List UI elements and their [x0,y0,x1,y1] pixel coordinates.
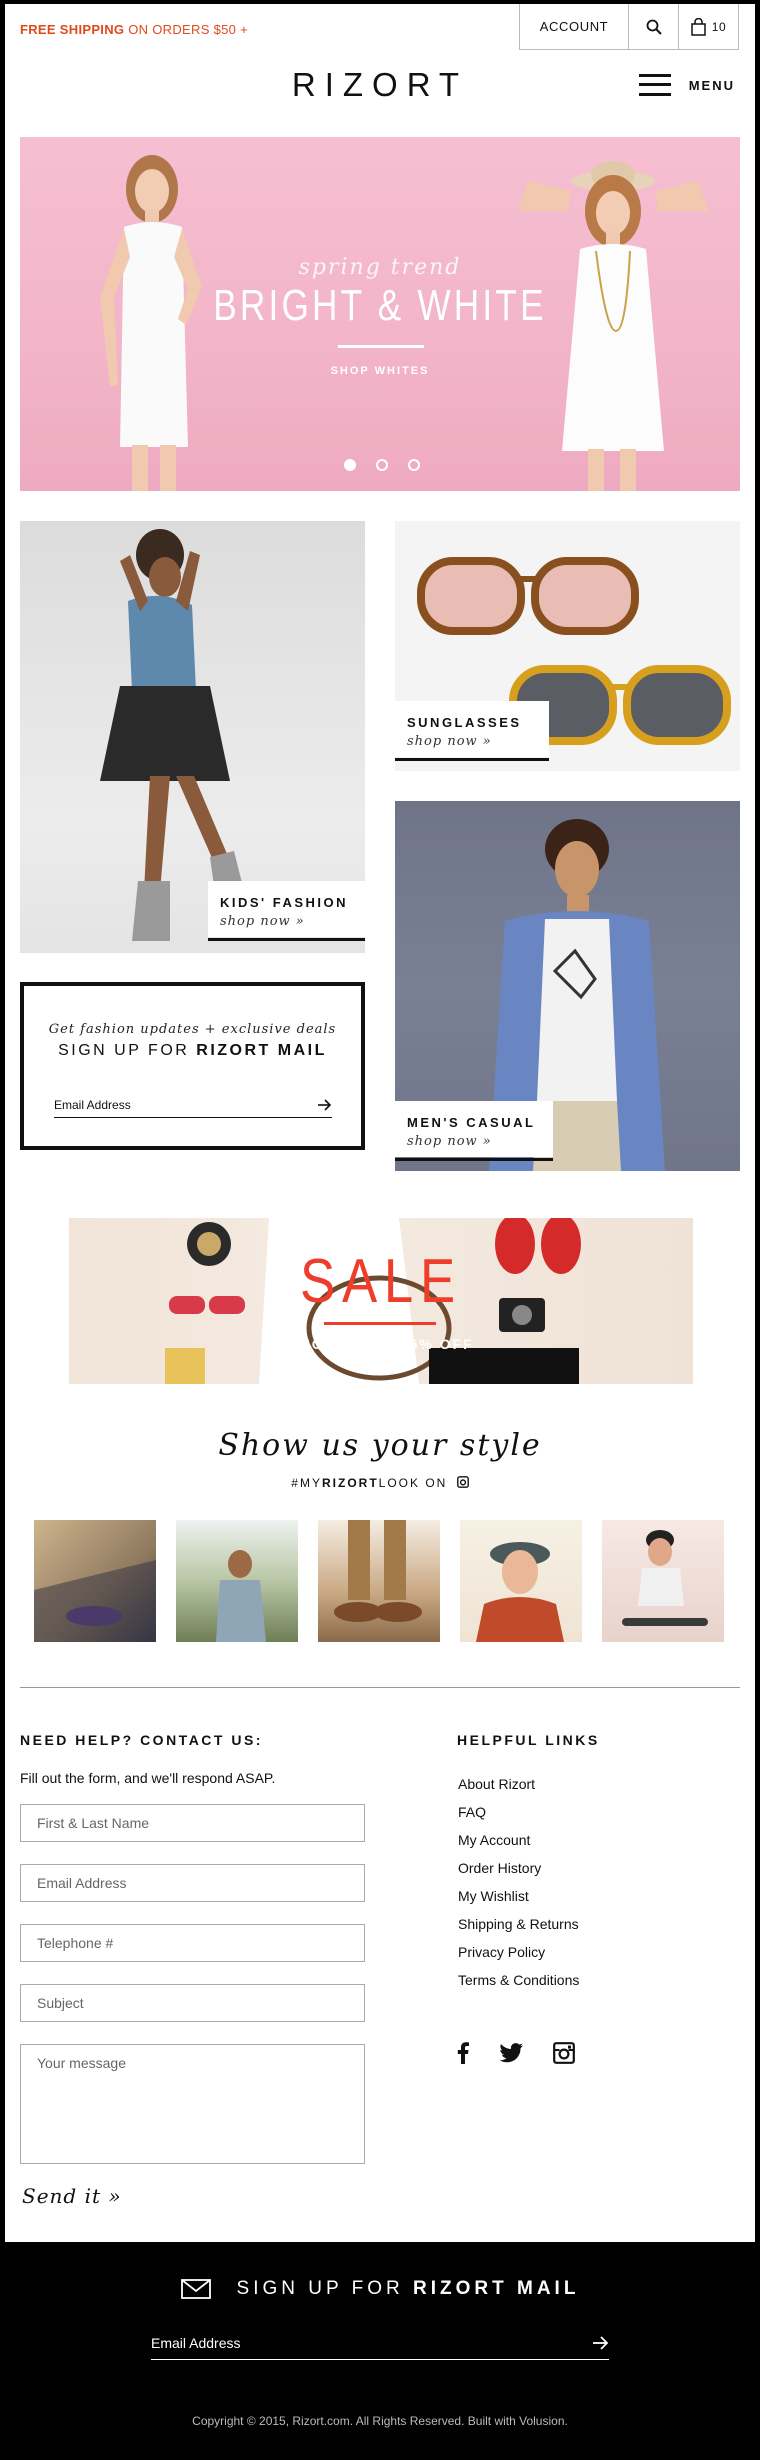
search-button[interactable] [629,4,679,49]
send-button[interactable]: Send it » [22,2184,122,2208]
kids-shop-link[interactable]: shop now » [220,914,353,929]
link-shipping-returns[interactable]: Shipping & Returns [458,1910,579,1938]
arrow-right-icon[interactable] [318,1098,332,1111]
link-my-account[interactable]: My Account [458,1826,579,1854]
sunglasses-shop-link[interactable]: shop now » [407,734,537,749]
name-field[interactable]: First & Last Name [20,1804,365,1842]
newsletter-heading-brand: RIZORT MAIL [196,1042,327,1059]
subject-field[interactable]: Subject [20,1984,365,2022]
page: FREE SHIPPING ON ORDERS $50 + ACCOUNT 10… [5,4,755,2242]
envelope-icon [180,2279,211,2299]
search-icon [646,19,662,35]
sale-banner[interactable]: SALE SHOP UP TO 75% OFF [69,1218,693,1384]
newsletter-tagline: Get fashion updates + exclusive deals [48,1022,337,1037]
kids-title: KIDS' FASHION [220,895,349,910]
cart-icon [690,17,706,36]
facebook-icon[interactable] [457,2042,469,2064]
instagram-gallery [34,1520,724,1642]
top-nav: ACCOUNT 10 [519,4,739,50]
hero-script: spring trend [298,255,462,280]
contact-heading: NEED HELP? CONTACT US: [20,1732,263,1748]
mens-underline [395,1158,553,1161]
sale-divider [324,1322,436,1325]
hashtag-suffix: LOOK ON [378,1476,448,1490]
newsletter-box: Get fashion updates + exclusive deals SI… [20,982,365,1150]
contact-subtext: Fill out the form, and we'll respond ASA… [20,1770,276,1786]
telephone-field[interactable]: Telephone # [20,1924,365,1962]
instagram-icon[interactable] [456,1476,469,1488]
helpful-links-heading: HELPFUL LINKS [457,1732,600,1748]
kids-fashion-tile[interactable]: KIDS' FASHION shop now » [20,521,365,953]
hashtag-prefix: #MY [291,1476,322,1490]
hero-divider [338,345,424,348]
footer-email-placeholder: Email Address [151,2334,241,2351]
menu-label: MENU [688,77,735,93]
sale-subtitle[interactable]: SHOP UP TO 75% OFF [69,1336,693,1352]
kids-underline [208,938,365,941]
slider-dot-1[interactable] [344,459,356,471]
slider-dot-2[interactable] [376,459,388,471]
show-style-title: Show us your style [218,1428,542,1463]
email-field[interactable]: Email Address [20,1864,365,1902]
sunglasses-title: SUNGLASSES [407,715,522,730]
account-link[interactable]: ACCOUNT [520,4,629,49]
hero-slider[interactable]: spring trend BRIGHT & WHITE SHOP WHITES [20,137,740,491]
slider-dot-3[interactable] [408,459,420,471]
hero-title: BRIGHT & WHITE [213,281,547,330]
link-order-history[interactable]: Order History [458,1854,579,1882]
newsletter-email-input[interactable]: Email Address [54,1092,332,1118]
footer-signup-heading: SIGN UP FOR RIZORT MAIL [0,2278,760,2300]
footer-arrow-right-icon[interactable] [593,2335,609,2350]
newsletter-heading-prefix: SIGN UP FOR [58,1042,190,1059]
instagram-photo-2[interactable] [176,1520,298,1642]
footer-heading-prefix: SIGN UP FOR [236,2278,404,2299]
kids-label[interactable]: KIDS' FASHION shop now » [208,881,365,941]
copyright-text: Copyright © 2015, Rizort.com. All Rights… [192,2414,568,2428]
link-wishlist[interactable]: My Wishlist [458,1882,579,1910]
link-faq[interactable]: FAQ [458,1798,579,1826]
footer-heading-brand: RIZORT MAIL [413,2278,580,2299]
link-privacy[interactable]: Privacy Policy [458,1938,579,1966]
slider-dots [344,459,420,471]
social-links [457,2042,575,2064]
link-about[interactable]: About Rizort [458,1770,579,1798]
hashtag-line: #MYRIZORTLOOK ON [5,1476,755,1490]
message-field[interactable]: Your message [20,2044,365,2164]
mens-casual-tile[interactable]: MEN'S CASUAL shop now » [395,801,740,1171]
cart-button[interactable]: 10 [679,4,739,49]
helpful-links-list: About Rizort FAQ My Account Order Histor… [458,1770,579,1994]
menu-button[interactable]: MENU [638,74,735,96]
sunglasses-underline [395,758,549,761]
sale-title: SALE [300,1247,462,1316]
cart-count: 10 [711,19,727,34]
sunglasses-tile[interactable]: SUNGLASSES shop now » [395,521,740,771]
shipping-rest: ON ORDERS $50 + [128,22,248,37]
sunglasses-label[interactable]: SUNGLASSES shop now » [395,701,549,761]
mens-title: MEN'S CASUAL [407,1115,536,1130]
section-divider [20,1687,740,1688]
mens-label[interactable]: MEN'S CASUAL shop now » [395,1101,553,1161]
free-shipping-banner: FREE SHIPPING ON ORDERS $50 + [20,22,248,37]
hashtag-brand: RIZORT [321,1476,379,1490]
instagram-photo-5[interactable] [602,1520,724,1642]
newsletter-heading: SIGN UP FOR RIZORT MAIL [24,1042,361,1060]
instagram-photo-1[interactable] [34,1520,156,1642]
instagram-footer-icon[interactable] [553,2042,575,2064]
instagram-photo-3[interactable] [318,1520,440,1642]
hamburger-icon [638,74,671,96]
newsletter-email-placeholder: Email Address [54,1097,131,1112]
hero-cta-link[interactable]: SHOP WHITES [20,365,740,377]
instagram-photo-4[interactable] [460,1520,582,1642]
footer-email-input[interactable]: Email Address [151,2326,609,2360]
link-terms[interactable]: Terms & Conditions [458,1966,579,1994]
twitter-icon[interactable] [499,2043,523,2063]
mens-shop-link[interactable]: shop now » [407,1134,541,1149]
shipping-bold: FREE SHIPPING [20,22,125,37]
